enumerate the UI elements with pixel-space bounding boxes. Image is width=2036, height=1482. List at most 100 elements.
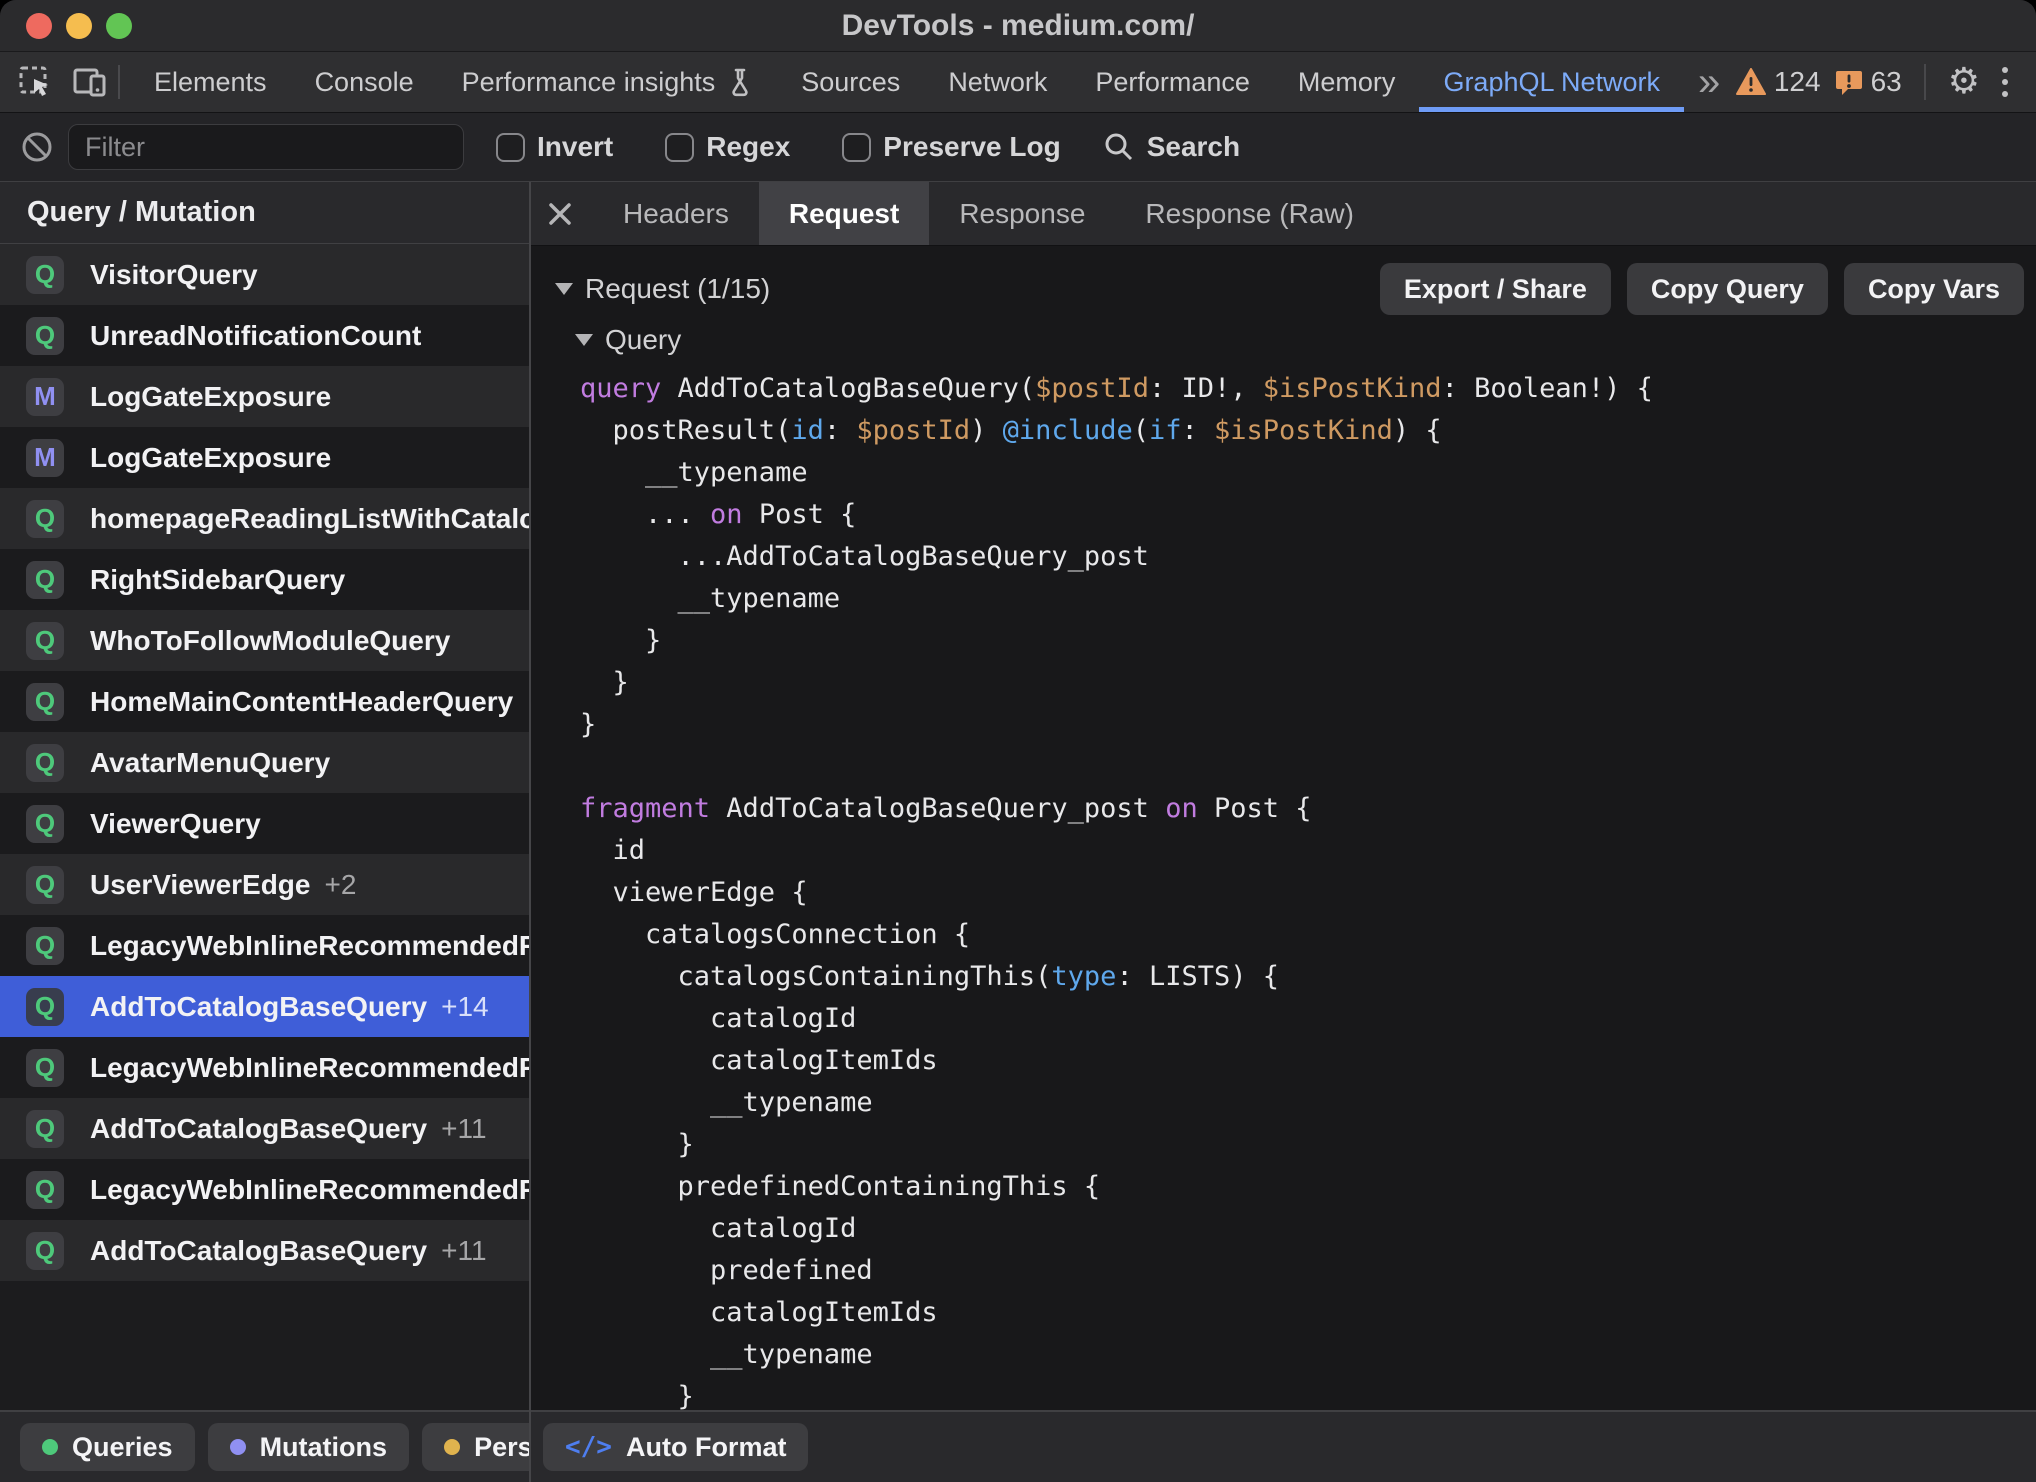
- duplicate-count: +2: [325, 869, 357, 901]
- query-type-badge: Q: [26, 1049, 64, 1087]
- query-list-item[interactable]: MLogGateExposure: [0, 427, 529, 488]
- issues-badge[interactable]: 63: [1835, 66, 1902, 98]
- code-line: __typename: [580, 578, 2036, 620]
- query-list-item[interactable]: QUnreadNotificationCount: [0, 305, 529, 366]
- title-bar: DevTools - medium.com/: [0, 0, 2036, 52]
- filter-checkboxes: Invert Regex Preserve Log: [478, 131, 1061, 163]
- mutation-type-badge: M: [26, 378, 64, 416]
- filter-pill-mutations[interactable]: Mutations: [208, 1423, 410, 1471]
- query-name: LegacyWebInlineRecommendedFeedQu: [90, 930, 529, 962]
- query-section-label: Query: [605, 324, 681, 356]
- kebab-menu-icon[interactable]: [1994, 63, 2016, 101]
- query-list-item[interactable]: QHomeMainContentHeaderQuery: [0, 671, 529, 732]
- query-type-badge: Q: [26, 1171, 64, 1209]
- query-list-item[interactable]: QWhoToFollowModuleQuery: [0, 610, 529, 671]
- query-list-item[interactable]: QVisitorQuery: [0, 244, 529, 305]
- code-line: postResult(id: $postId) @include(if: $is…: [580, 410, 2036, 452]
- code-line: }: [580, 620, 2036, 662]
- tab-network[interactable]: Network: [924, 52, 1071, 112]
- code-line: viewerEdge {: [580, 872, 2036, 914]
- copy-query-button[interactable]: Copy Query: [1627, 263, 1828, 315]
- code-brackets-icon: </>: [565, 1432, 612, 1462]
- query-name: WhoToFollowModuleQuery: [90, 625, 450, 657]
- close-detail-button[interactable]: [531, 182, 593, 245]
- query-name: AvatarMenuQuery: [90, 747, 330, 779]
- checkbox-label: Invert: [537, 131, 613, 163]
- auto-format-label: Auto Format: [626, 1432, 786, 1463]
- mutation-type-badge: M: [26, 439, 64, 477]
- toolbar-divider: [1924, 64, 1926, 100]
- panel-tabs: ElementsConsolePerformance insightsSourc…: [130, 52, 1684, 112]
- pill-dot-icon: [230, 1439, 246, 1455]
- query-name: homepageReadingListWithCatalogsQue: [90, 503, 529, 535]
- code-line: }: [580, 1376, 2036, 1410]
- pill-label: Persisted: [474, 1432, 529, 1463]
- inspect-element-icon[interactable]: [18, 65, 52, 99]
- query-name: UserViewerEdge: [90, 869, 311, 901]
- query-list-item[interactable]: QLegacyWebInlineRecommendedFeedQu: [0, 1037, 529, 1098]
- query-list-item[interactable]: QAddToCatalogBaseQuery+11: [0, 1098, 529, 1159]
- request-body: Request (1/15) Export / ShareCopy QueryC…: [531, 246, 2036, 1410]
- query-list-item[interactable]: QLegacyWebInlineRecommendedFeedQu: [0, 1159, 529, 1220]
- code-line: id: [580, 830, 2036, 872]
- query-list-item[interactable]: QhomepageReadingListWithCatalogsQue: [0, 488, 529, 549]
- copy-vars-button[interactable]: Copy Vars: [1844, 263, 2024, 315]
- query-type-badge: Q: [26, 988, 64, 1026]
- checkbox-box-icon: [496, 133, 525, 162]
- code-line: __typename: [580, 1082, 2036, 1124]
- filter-pill-queries[interactable]: Queries: [20, 1423, 195, 1471]
- query-list-item[interactable]: QViewerQuery: [0, 793, 529, 854]
- code-line: predefined: [580, 1250, 2036, 1292]
- query-name: ViewerQuery: [90, 808, 261, 840]
- code-line: catalogItemIds: [580, 1292, 2036, 1334]
- tab-sources[interactable]: Sources: [777, 52, 924, 112]
- tab-bar-separator: [118, 65, 120, 99]
- code-line: catalogsConnection {: [580, 914, 2036, 956]
- devtools-window: DevTools - medium.com/ ElementsConsolePe…: [0, 0, 2036, 1482]
- tab-console[interactable]: Console: [291, 52, 438, 112]
- tab-memory[interactable]: Memory: [1274, 52, 1420, 112]
- tab-elements[interactable]: Elements: [130, 52, 291, 112]
- query-list-item[interactable]: QRightSidebarQuery: [0, 549, 529, 610]
- search-control[interactable]: Search: [1103, 131, 1240, 163]
- filter-input[interactable]: [68, 124, 464, 170]
- code-line: catalogId: [580, 1208, 2036, 1250]
- warnings-badge[interactable]: 124: [1736, 66, 1821, 98]
- query-list-item[interactable]: QUserViewerEdge+2: [0, 854, 529, 915]
- issue-bubble-icon: [1835, 68, 1863, 96]
- query-type-badge: Q: [26, 927, 64, 965]
- issue-count: 63: [1871, 66, 1902, 98]
- detail-tab-request[interactable]: Request: [759, 182, 929, 245]
- checkbox-invert[interactable]: Invert: [496, 131, 613, 163]
- query-list-item[interactable]: QAvatarMenuQuery: [0, 732, 529, 793]
- auto-format-button[interactable]: </> Auto Format: [543, 1423, 808, 1471]
- network-toolbar: Invert Regex Preserve Log Search: [0, 113, 2036, 181]
- query-list-item[interactable]: MLogGateExposure: [0, 366, 529, 427]
- checkbox-regex[interactable]: Regex: [665, 131, 790, 163]
- detail-tab-headers[interactable]: Headers: [593, 182, 759, 245]
- export-share-button[interactable]: Export / Share: [1380, 263, 1611, 315]
- pill-label: Queries: [72, 1432, 173, 1463]
- query-type-badge: Q: [26, 500, 64, 538]
- query-collapse-triangle[interactable]: [575, 334, 593, 346]
- filter-pill-persisted[interactable]: Persisted: [422, 1423, 529, 1471]
- query-list-item[interactable]: QAddToCatalogBaseQuery+11: [0, 1220, 529, 1281]
- detail-tab-response-raw-[interactable]: Response (Raw): [1115, 182, 1384, 245]
- settings-gear-icon[interactable]: ⚙: [1948, 64, 1980, 100]
- query-name: VisitorQuery: [90, 259, 258, 291]
- checkbox-preserve-log[interactable]: Preserve Log: [842, 131, 1060, 163]
- device-toolbar-icon[interactable]: [72, 65, 108, 99]
- more-tabs-chevron[interactable]: »: [1684, 52, 1734, 112]
- detail-tab-response[interactable]: Response: [929, 182, 1115, 245]
- query-list-item[interactable]: QAddToCatalogBaseQuery+14: [0, 976, 529, 1037]
- tab-performance[interactable]: Performance: [1071, 52, 1274, 112]
- clear-block-icon[interactable]: [20, 130, 54, 164]
- tab-performance-insights[interactable]: Performance insights: [438, 52, 778, 112]
- request-collapse-triangle[interactable]: [555, 283, 573, 295]
- devtools-tab-bar: ElementsConsolePerformance insightsSourc…: [0, 52, 2036, 113]
- warning-triangle-icon: [1736, 68, 1766, 96]
- duplicate-count: +14: [441, 991, 489, 1023]
- checkbox-box-icon: [665, 133, 694, 162]
- tab-graphql-network[interactable]: GraphQL Network: [1419, 52, 1684, 112]
- query-list-item[interactable]: Q LegacyWebInlineRecommendedFeedQu: [0, 915, 529, 976]
